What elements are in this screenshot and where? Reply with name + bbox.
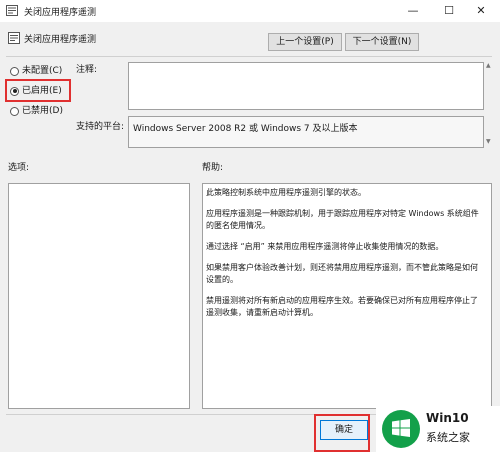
comment-label: 注释: bbox=[76, 65, 98, 75]
windows-logo-icon bbox=[392, 419, 410, 437]
help-paragraph: 禁用遥测将对所有新启动的应用程序生效。若要确保已对所有应用程序停止了遥测收集，请… bbox=[206, 296, 478, 317]
options-panel bbox=[8, 183, 190, 409]
window-title: 关闭应用程序遥测 bbox=[24, 8, 97, 18]
help-paragraph: 此策略控制系统中应用程序遥测引擎的状态。 bbox=[206, 188, 366, 197]
scroll-up-icon[interactable]: ▲ bbox=[486, 62, 493, 70]
header-divider bbox=[6, 56, 492, 57]
platform-label: 支持的平台: bbox=[76, 122, 125, 132]
ok-button[interactable]: 确定 bbox=[320, 420, 368, 440]
comment-textarea[interactable] bbox=[128, 62, 484, 110]
help-panel: 此策略控制系统中应用程序遥测引擎的状态。 应用程序遥测是一种跟踪机制，用于跟踪应… bbox=[202, 183, 492, 409]
minimize-button[interactable]: — bbox=[398, 0, 428, 22]
radio-disabled[interactable]: 已禁用(D) bbox=[10, 104, 63, 118]
help-paragraph: 如果禁用客户体验改善计划，则还将禁用应用程序遥测，而不管此策略是如何设置的。 bbox=[206, 263, 478, 284]
policy-icon bbox=[8, 32, 20, 44]
next-setting-button[interactable]: 下一个设置(N) bbox=[345, 33, 419, 51]
help-paragraph: 应用程序遥测是一种跟踪机制，用于跟踪应用程序对特定 Windows 系统组件的匿… bbox=[206, 209, 479, 230]
radio-not-configured[interactable]: 未配置(C) bbox=[10, 64, 62, 78]
help-label: 帮助: bbox=[202, 163, 224, 173]
enabled-highlight-box bbox=[5, 79, 71, 102]
close-button[interactable]: ✕ bbox=[466, 0, 496, 22]
help-paragraph: 通过选择 “启用” 来禁用应用程序遥测将停止收集使用情况的数据。 bbox=[206, 242, 444, 251]
radio-circle[interactable] bbox=[10, 106, 19, 116]
radio-label: 未配置(C) bbox=[22, 66, 63, 76]
platform-value: Windows Server 2008 R2 或 Windows 7 及以上版本 bbox=[128, 116, 484, 148]
scroll-down-icon[interactable]: ▼ bbox=[486, 138, 493, 146]
radio-circle[interactable] bbox=[10, 66, 19, 76]
policy-window-icon bbox=[6, 5, 18, 16]
watermark-title: Win10 bbox=[426, 411, 469, 425]
watermark-subtitle: 系统之家 bbox=[426, 431, 470, 444]
previous-setting-button[interactable]: 上一个设置(P) bbox=[268, 33, 342, 51]
policy-name: 关闭应用程序遥测 bbox=[24, 35, 97, 45]
options-label: 选项: bbox=[8, 163, 30, 173]
radio-label: 已禁用(D) bbox=[22, 106, 63, 116]
maximize-button[interactable]: ☐ bbox=[434, 0, 464, 22]
